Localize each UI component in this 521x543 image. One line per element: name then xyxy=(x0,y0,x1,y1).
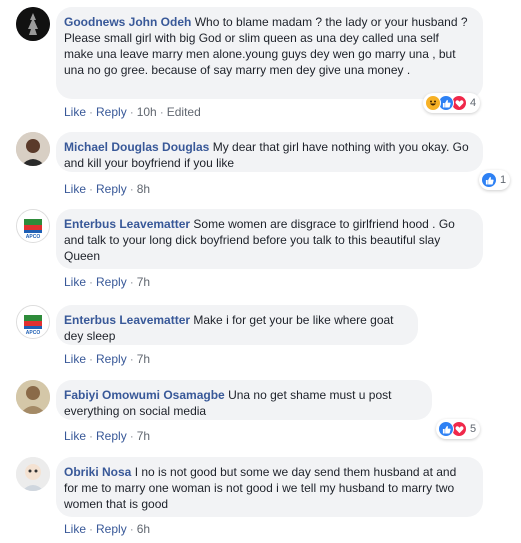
reaction-summary[interactable]: 1 xyxy=(479,170,511,190)
reply-link[interactable]: Reply xyxy=(96,429,127,443)
like-link[interactable]: Like xyxy=(64,352,86,366)
comment-actions: Like · Reply · 8h xyxy=(64,182,150,196)
comment-actions: Like · Reply · 7h xyxy=(64,352,150,366)
separator: · xyxy=(129,429,134,443)
comment-author[interactable]: Obriki Nosa xyxy=(64,465,131,479)
separator: · xyxy=(89,429,94,443)
comment-actions: Like · Reply · 10h · Edited xyxy=(64,105,201,119)
comment-bubble: Fabiyi Omowumi Osamagbe Una no get shame… xyxy=(56,380,432,420)
comment-actions: Like · Reply · 7h xyxy=(64,429,150,443)
like-link[interactable]: Like xyxy=(64,105,86,119)
reaction-summary[interactable]: 5 xyxy=(436,419,481,439)
reply-link[interactable]: Reply xyxy=(96,182,127,196)
comment-author[interactable]: Michael Douglas Douglas xyxy=(64,140,209,154)
reaction-count: 1 xyxy=(500,174,507,186)
like-link[interactable]: Like xyxy=(64,275,86,289)
comment-author[interactable]: Enterbus Leavematter xyxy=(64,313,190,327)
avatar[interactable]: APCO xyxy=(16,305,50,339)
avatar[interactable] xyxy=(16,457,50,491)
comment-bubble: Obriki Nosa I no is not good but some we… xyxy=(56,457,483,517)
reply-link[interactable]: Reply xyxy=(96,352,127,366)
separator: · xyxy=(89,352,94,366)
separator: · xyxy=(129,182,134,196)
comment-author[interactable]: Fabiyi Omowumi Osamagbe xyxy=(64,388,225,402)
comment-author[interactable]: Enterbus Leavematter xyxy=(64,217,190,231)
comment-author[interactable]: Goodnews John Odeh xyxy=(64,15,191,29)
reaction-summary[interactable]: 4 xyxy=(423,93,481,113)
reply-link[interactable]: Reply xyxy=(96,522,127,536)
separator: · xyxy=(89,182,94,196)
timestamp[interactable]: 7h xyxy=(137,275,150,289)
separator: · xyxy=(129,275,134,289)
comment-actions: Like · Reply · 7h xyxy=(64,275,150,289)
like-link[interactable]: Like xyxy=(64,182,86,196)
avatar-logo-text: APCO xyxy=(26,330,41,336)
comment-bubble: Goodnews John Odeh Who to blame madam ? … xyxy=(56,7,483,99)
timestamp[interactable]: 8h xyxy=(137,182,150,196)
timestamp[interactable]: 7h xyxy=(137,429,150,443)
comment-actions: Like · Reply · 6h xyxy=(64,522,150,536)
reaction-count: 4 xyxy=(470,97,477,109)
avatar-logo-text: APCO xyxy=(26,234,41,240)
reaction-count: 5 xyxy=(470,423,477,435)
avatar[interactable] xyxy=(16,380,50,414)
timestamp[interactable]: 7h xyxy=(137,352,150,366)
reply-link[interactable]: Reply xyxy=(96,105,127,119)
separator: · xyxy=(89,522,94,536)
separator: · xyxy=(89,105,94,119)
like-reaction-icon xyxy=(481,172,497,188)
separator: · xyxy=(129,352,134,366)
timestamp[interactable]: 6h xyxy=(137,522,150,536)
separator: · xyxy=(129,105,134,119)
avatar[interactable]: APCO xyxy=(16,209,50,243)
like-link[interactable]: Like xyxy=(64,522,86,536)
avatar[interactable] xyxy=(16,7,50,41)
avatar[interactable] xyxy=(16,132,50,166)
comment-bubble: Enterbus Leavematter Make i for get your… xyxy=(56,305,418,345)
timestamp[interactable]: 10h xyxy=(137,105,157,119)
separator: · xyxy=(89,275,94,289)
reply-link[interactable]: Reply xyxy=(96,275,127,289)
comment-bubble: Enterbus Leavematter Some women are disg… xyxy=(56,209,483,269)
edited-label[interactable]: Edited xyxy=(167,105,201,119)
haha-reaction-icon xyxy=(425,95,441,111)
separator: · xyxy=(129,522,134,536)
like-reaction-icon xyxy=(438,421,454,437)
like-link[interactable]: Like xyxy=(64,429,86,443)
comment-bubble: Michael Douglas Douglas My dear that gir… xyxy=(56,132,483,172)
separator: · xyxy=(159,105,164,119)
